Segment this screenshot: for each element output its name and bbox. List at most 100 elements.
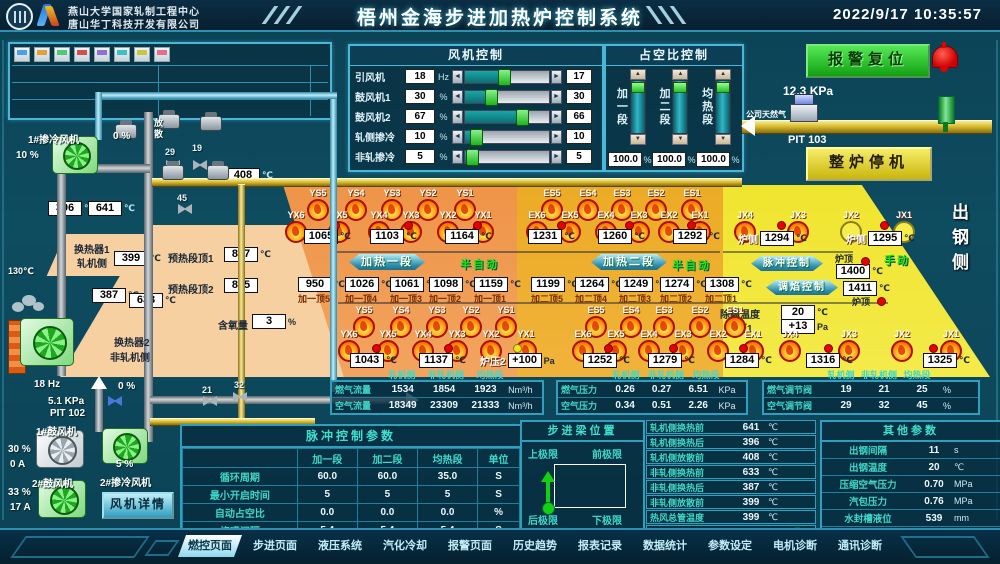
deco-frame bbox=[10, 536, 149, 558]
pulse-value[interactable]: 0.0 bbox=[417, 504, 477, 522]
pulse-value[interactable]: 60.0 bbox=[357, 468, 417, 486]
sensor-list: 轧机侧换热前641℃轧机侧换热后396℃轧机侧放散前408℃非轧侧换热前633℃… bbox=[646, 420, 816, 528]
plant-label: 2#鼓风机 bbox=[32, 475, 73, 490]
pipe-segment bbox=[95, 384, 103, 432]
unit-label: KPa bbox=[717, 385, 746, 395]
col-header: 轧机侧 bbox=[606, 368, 646, 379]
pump-icon bbox=[200, 116, 222, 131]
other-params-title: 其他参数 bbox=[822, 422, 1000, 442]
unit-label: ℃ bbox=[954, 462, 990, 473]
pulse-row-label: 循环周期 bbox=[183, 468, 298, 486]
param-value: 0.70 bbox=[914, 479, 954, 490]
pulse-params-title: 脉冲控制参数 bbox=[182, 426, 520, 448]
nav-tab-1[interactable]: 步进页面 bbox=[243, 535, 307, 557]
nav-tab-3[interactable]: 汽化冷却 bbox=[373, 535, 437, 557]
param-row: 水封槽液位539mm bbox=[822, 510, 1000, 527]
nav-tab-8[interactable]: 参数设定 bbox=[698, 535, 762, 557]
unit-label: s bbox=[954, 445, 990, 455]
other-params-panel: 其他参数 出钢间隔11s出钢温度20℃压缩空气压力0.70MPa汽包压力0.76… bbox=[820, 420, 1000, 532]
nav-tab-10[interactable]: 通讯诊断 bbox=[828, 535, 892, 557]
col-header: 均热段 bbox=[468, 368, 512, 379]
plant-label: PIT 102 bbox=[50, 408, 85, 419]
id-fan-icon bbox=[20, 318, 74, 366]
beam-panel-title: 步进梁位置 bbox=[522, 422, 643, 442]
param-value: 11 bbox=[914, 445, 954, 456]
nav-tab-5[interactable]: 历史趋势 bbox=[503, 535, 567, 557]
value: 0.27 bbox=[643, 384, 680, 395]
param-label: 水封槽液位 bbox=[822, 511, 914, 525]
pulse-value[interactable]: 5 bbox=[297, 486, 357, 504]
sensor-row: 轧机侧换热后396℃ bbox=[646, 435, 816, 449]
nav-tab-4[interactable]: 报警页面 bbox=[438, 535, 502, 557]
value: 0.51 bbox=[643, 400, 680, 411]
plant-label: 1#鼓风机 bbox=[36, 423, 77, 438]
nav-tab-2[interactable]: 液压系统 bbox=[308, 535, 372, 557]
sensor-row: 热风总管温度399℃ bbox=[646, 510, 816, 524]
param-label: 汽包压力 bbox=[822, 494, 914, 508]
beam-lower-limit: 下极限 bbox=[592, 512, 622, 527]
pulse-value: % bbox=[478, 504, 520, 522]
nav-tab-0[interactable]: 燃控页面 bbox=[178, 535, 242, 557]
col-header: 均热段 bbox=[686, 368, 726, 379]
sensor-label: 轧机侧换热前 bbox=[647, 421, 734, 434]
plant-label: 换热器2 bbox=[114, 334, 150, 349]
sensor-row: 轧机侧放散前408℃ bbox=[646, 450, 816, 464]
sensor-label: 非轧侧放散前 bbox=[647, 496, 734, 509]
plant-label: 32 bbox=[234, 380, 244, 390]
plant-label: 非轧机侧 bbox=[110, 349, 150, 364]
water-pipe bbox=[95, 92, 102, 140]
flow-row: 空气调节阀293245% bbox=[764, 397, 978, 413]
sensor-row: 非轧侧换热前633℃ bbox=[646, 465, 816, 479]
pulse-value[interactable]: 0.0 bbox=[297, 504, 357, 522]
row-label: 空气压力 bbox=[558, 399, 607, 412]
flow-table-box: 燃气压力0.260.276.51KPa空气压力0.340.512.26KPa bbox=[556, 380, 748, 415]
fan-detail-button[interactable]: 风机详情 bbox=[102, 492, 174, 519]
plant-label: 预热段顶2 bbox=[168, 281, 214, 296]
pipe-segment bbox=[144, 112, 153, 442]
value: 6.51 bbox=[680, 384, 717, 395]
param-value: 539 bbox=[914, 513, 954, 524]
plant-label: 轧机侧 bbox=[77, 255, 107, 270]
flow-row: 燃气调节阀192125% bbox=[764, 382, 978, 397]
bottom-nav: 燃控页面步进页面液压系统汽化冷却报警页面历史趋势报表记录数据统计参数设定电机诊断… bbox=[0, 528, 1000, 564]
unit-label: Nm³/h bbox=[506, 385, 542, 395]
param-row: 出钢温度20℃ bbox=[822, 459, 1000, 476]
row-label: 空气流量 bbox=[332, 399, 382, 412]
sensor-label: 轧机侧放散前 bbox=[647, 451, 734, 464]
smoke-icon bbox=[33, 302, 44, 311]
pulse-value[interactable]: 5 bbox=[417, 486, 477, 504]
plant-label: 换热器1 bbox=[74, 241, 110, 256]
plant-label: 5.1 KPa bbox=[48, 396, 84, 407]
nav-tab-bar: 燃控页面步进页面液压系统汽化冷却报警页面历史趋势报表记录数据统计参数设定电机诊断… bbox=[178, 535, 892, 557]
flow-row: 燃气流量153418541923Nm³/h bbox=[332, 382, 542, 397]
value: 21 bbox=[865, 384, 903, 395]
nav-tab-6[interactable]: 报表记录 bbox=[568, 535, 632, 557]
plant-label: 0 % bbox=[113, 131, 130, 142]
gas-flow-table: 轧机侧非轧机侧均热段燃气流量153418541923Nm³/h空气流量18349… bbox=[330, 368, 544, 415]
plant-label: 0 % bbox=[118, 381, 135, 392]
pulse-value[interactable]: 35.0 bbox=[417, 468, 477, 486]
sensor-row: 轧机侧换热前641℃ bbox=[646, 420, 816, 434]
flow-row: 燃气压力0.260.276.51KPa bbox=[558, 382, 746, 397]
unit-label: ℃ bbox=[768, 482, 792, 493]
value: 21333 bbox=[465, 400, 506, 411]
pulse-value[interactable]: 5 bbox=[357, 486, 417, 504]
plant-label: 17 A bbox=[10, 502, 31, 513]
unit-label: Nm³/h bbox=[506, 401, 542, 411]
param-label: 压缩空气压力 bbox=[822, 477, 914, 491]
sensor-value: 641 bbox=[734, 422, 768, 433]
pulse-value[interactable]: 60.0 bbox=[297, 468, 357, 486]
pulse-col-header: 单位 bbox=[478, 449, 520, 468]
value: 0.26 bbox=[607, 384, 644, 395]
plant-label: 0 A bbox=[10, 459, 25, 470]
unit-label: ℃ bbox=[768, 437, 792, 448]
pulse-value[interactable]: 0.0 bbox=[357, 504, 417, 522]
valve-icon bbox=[108, 396, 122, 406]
nav-tab-7[interactable]: 数据统计 bbox=[633, 535, 697, 557]
pulse-value: S bbox=[478, 468, 520, 486]
nav-tab-9[interactable]: 电机诊断 bbox=[763, 535, 827, 557]
unit-label: ℃ bbox=[768, 512, 792, 523]
sensor-value: 396 bbox=[734, 437, 768, 448]
flow-table-box: 燃气调节阀192125%空气调节阀293245% bbox=[762, 380, 980, 415]
unit-label: ℃ bbox=[768, 452, 792, 463]
